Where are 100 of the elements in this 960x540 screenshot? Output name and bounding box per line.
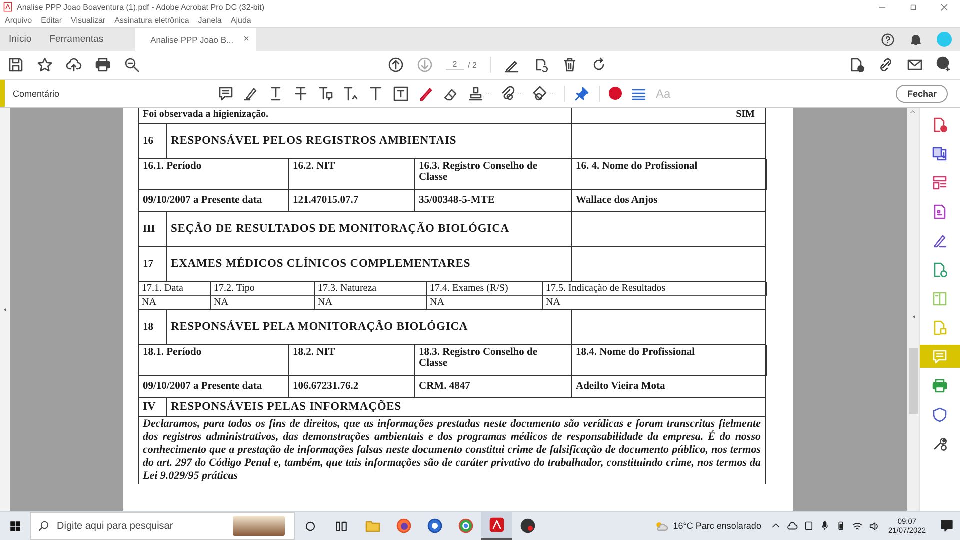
text-box-icon[interactable] <box>393 86 409 102</box>
field-value: NA <box>315 296 427 309</box>
field-value: 106.67231.76.2 <box>289 376 415 397</box>
section-title: RESPONSÁVEL PELA MONITORAÇÃO BIOLÓGICA <box>167 310 572 344</box>
tab[interactable]: Ferramentas <box>40 28 113 51</box>
field-value: 35/00348-5-MTE <box>415 190 572 211</box>
section-number: 16 <box>139 124 167 158</box>
page-total: / 2 <box>468 60 477 70</box>
trash-icon[interactable] <box>562 57 578 73</box>
print-icon[interactable] <box>95 57 111 73</box>
strikethrough-text-icon[interactable] <box>293 86 309 102</box>
link-icon[interactable] <box>878 57 894 73</box>
field-label: 17.5. Indicação de Resultados <box>543 282 767 296</box>
panel-title: Comentário <box>12 88 61 98</box>
search-icon <box>38 520 50 532</box>
speaker-icon[interactable] <box>869 520 880 532</box>
text-icon[interactable] <box>368 86 384 102</box>
windows-icon[interactable] <box>8 520 22 532</box>
maximize-icon[interactable] <box>909 2 918 12</box>
tab-close-button[interactable]: × <box>244 34 250 45</box>
section-title: SEÇÃO DE RESULTADOS DE MONITORAÇÃO BIOLÓGICA <box>167 212 572 246</box>
field-label: 16.1. Período <box>139 159 289 190</box>
pin-icon[interactable] <box>574 86 590 102</box>
field-value: 121.47015.07.7 <box>289 190 415 211</box>
browser-chrome-icon <box>458 518 474 534</box>
stamp-icon[interactable] <box>468 86 484 102</box>
cloud-icon[interactable] <box>787 520 798 532</box>
export-document-icon <box>932 146 948 162</box>
field-label: 17.3. Natureza <box>315 282 427 296</box>
cloud-upload-icon[interactable] <box>66 57 82 73</box>
task-view-icon[interactable] <box>335 520 348 532</box>
section-number: 17 <box>139 247 167 281</box>
tab[interactable]: Analise PPP Joao B... × <box>134 28 256 51</box>
microphone-icon[interactable] <box>820 521 830 531</box>
field-value: Adeilto Vieira Mota <box>575 380 666 394</box>
weather-text[interactable]: 16°C Parc ensolarado <box>673 521 762 531</box>
document-check-icon <box>932 262 948 278</box>
mail-icon[interactable] <box>907 57 923 73</box>
circle-icon[interactable] <box>304 520 317 532</box>
notification-icon[interactable] <box>940 519 954 533</box>
save-icon[interactable] <box>8 57 24 73</box>
scrollbar-thumb[interactable] <box>908 348 918 414</box>
field-label: 18.1. Período <box>139 345 289 376</box>
tab[interactable]: Início <box>0 28 41 51</box>
shield-icon <box>932 406 948 422</box>
tools-icon <box>932 436 948 452</box>
highlighter-icon[interactable] <box>243 86 259 102</box>
paperclip-icon[interactable] <box>500 86 516 102</box>
document-edit-icon <box>932 320 948 336</box>
menu-item[interactable]: Assinatura eletrônica <box>114 16 190 25</box>
shapes-icon[interactable] <box>532 86 548 102</box>
menu-item[interactable]: Arquivo <box>5 16 32 25</box>
scroll-up-icon[interactable] <box>909 108 917 116</box>
pdf-app-icon <box>488 517 504 533</box>
record-app-icon <box>520 518 536 534</box>
help-icon[interactable] <box>881 32 895 46</box>
close-icon[interactable] <box>940 2 949 12</box>
close-button[interactable]: Fechar <box>896 84 948 102</box>
menu-item[interactable]: Ajuda <box>230 16 252 25</box>
add-file-icon[interactable] <box>849 57 865 73</box>
zoom-out-icon[interactable] <box>124 57 140 73</box>
table-cell-text: SIM <box>735 108 756 122</box>
add-person-icon[interactable] <box>936 56 952 72</box>
section-title: RESPONSÁVEIS PELAS INFORMAÇÕES <box>170 399 403 415</box>
window-title: Analise PPP Joao Boaventura (1).pdf - Adobe Acrobat Pro DC (32-bit) <box>17 2 266 12</box>
field-value: 09/10/2007 a Presente data <box>139 190 289 211</box>
field-label: 17.2. Tipo <box>211 282 315 296</box>
taskbar-app[interactable] <box>481 512 512 540</box>
columns-icon <box>932 290 948 306</box>
add-document-icon <box>932 116 948 132</box>
field-value: NA <box>427 296 543 309</box>
bell-icon[interactable] <box>909 32 923 46</box>
browser-fox-icon <box>396 518 412 534</box>
field-value: 09/10/2007 a Presente data <box>139 376 289 397</box>
page-number-field[interactable]: 2 <box>446 60 464 70</box>
section-number: III <box>139 212 167 246</box>
pencil-icon[interactable] <box>418 86 434 102</box>
device-icon[interactable] <box>804 521 814 531</box>
field-label: 18.2. NIT <box>289 345 415 376</box>
page-up-icon[interactable] <box>388 57 404 73</box>
field-label: 16.3. Registro Conselho de Classe <box>415 159 572 190</box>
star-icon[interactable] <box>37 57 53 73</box>
menu-item[interactable]: Janela <box>198 16 222 25</box>
field-value: NA <box>545 296 562 309</box>
wifi-icon[interactable] <box>852 520 864 532</box>
menu-item[interactable]: Visualizar <box>71 16 106 25</box>
field-label: 18.4. Nome do Profissional <box>572 345 767 376</box>
field-value: CRM. 4847 <box>415 376 572 397</box>
printer-icon <box>932 378 948 394</box>
text-comment-icon[interactable] <box>318 86 334 102</box>
battery-icon[interactable] <box>836 521 846 531</box>
expand-panel-icon[interactable] <box>911 313 917 321</box>
section-title: EXAMES MÉDICOS CLÍNICOS COMPLEMENTARES <box>167 247 572 281</box>
menu-item[interactable]: Editar <box>41 16 62 25</box>
field-value: NA <box>139 296 211 309</box>
color-swatch[interactable] <box>609 87 622 100</box>
sticky-note-icon[interactable] <box>218 86 234 102</box>
flowers-picture <box>233 516 285 536</box>
insert-text-icon[interactable] <box>343 86 359 102</box>
app-circle-icon <box>426 518 442 534</box>
